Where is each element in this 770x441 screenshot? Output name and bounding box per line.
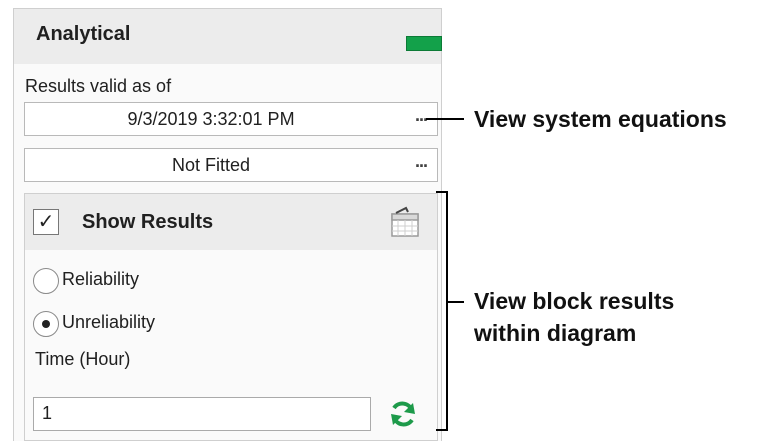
analytical-panel: Analytical Results valid as of 9/3/2019 …	[13, 8, 442, 441]
timestamp-value: 9/3/2019 3:32:01 PM	[127, 109, 295, 129]
timestamp-field: 9/3/2019 3:32:01 PM ...	[24, 102, 438, 136]
reliability-label: Reliability	[62, 269, 140, 289]
block-bracket-vertical	[446, 191, 448, 431]
calendar-icon[interactable]	[390, 206, 420, 238]
refresh-icon[interactable]	[388, 399, 418, 429]
unreliability-label: Unreliability	[62, 312, 156, 332]
reliability-radio[interactable]	[33, 268, 59, 294]
time-input[interactable]: 1	[33, 397, 371, 431]
view-equations-button[interactable]: ...	[415, 105, 428, 126]
block-callout-line	[448, 301, 464, 303]
status-indicator	[406, 36, 442, 51]
show-results-group: ✓ Show Results Reliability Unreliability…	[24, 193, 438, 441]
fit-status-field: Not Fitted ...	[24, 148, 438, 182]
show-results-label: Show Results	[82, 211, 214, 233]
results-valid-label: Results valid as of	[25, 76, 172, 96]
unreliability-radio[interactable]	[33, 311, 59, 337]
show-results-checkbox[interactable]: ✓	[33, 209, 59, 235]
block-bracket-bottom	[436, 429, 448, 431]
block-results-callout-2: within diagram	[474, 320, 637, 346]
block-bracket-top	[436, 191, 448, 193]
show-results-header: ✓ Show Results	[25, 194, 437, 250]
equations-callout-line	[426, 118, 464, 120]
time-label: Time (Hour)	[35, 349, 131, 369]
fit-options-button[interactable]: ...	[415, 151, 428, 172]
fit-status-value: Not Fitted	[171, 155, 251, 175]
panel-title: Analytical	[36, 23, 131, 45]
equations-callout: View system equations	[474, 106, 727, 132]
block-results-callout-1: View block results	[474, 288, 675, 314]
panel-header: Analytical	[14, 9, 442, 64]
